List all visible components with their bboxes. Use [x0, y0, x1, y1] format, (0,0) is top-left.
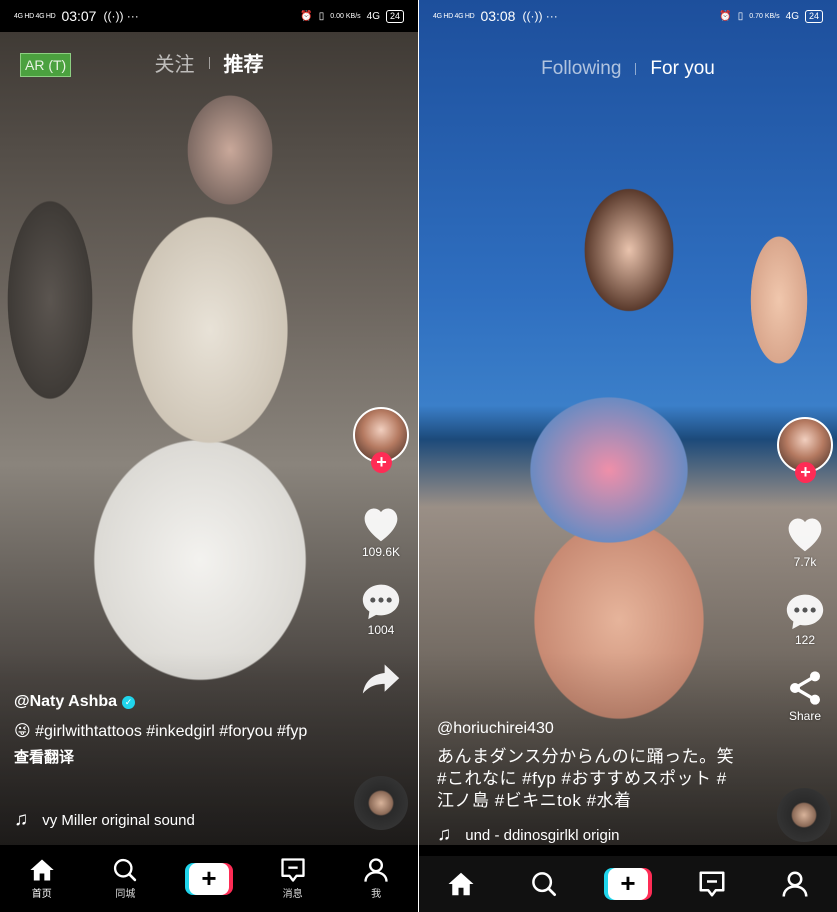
creator-username[interactable]: @Naty Ashba ✓ [14, 693, 334, 711]
translate-link[interactable]: 查看翻译 [14, 746, 334, 767]
comment-button[interactable]: 1004 [359, 581, 403, 637]
profile-icon [364, 858, 388, 882]
comment-icon [362, 584, 400, 620]
create-button[interactable]: + [603, 868, 652, 900]
home-icon [30, 859, 54, 881]
like-count: 7.7k [793, 555, 817, 569]
alarm-icon: ⏰ [300, 10, 313, 22]
action-column: + 109.6K 1004 [349, 407, 413, 721]
alarm-icon: ⏰ [719, 10, 732, 22]
verified-icon: ✓ [122, 695, 136, 709]
nav-label: 消息 [282, 889, 303, 900]
vibrate-icon: ▯ [737, 10, 744, 22]
music-title[interactable]: vy Miller original sound [42, 812, 195, 829]
share-button[interactable] [359, 659, 403, 699]
like-count: 109.6K [361, 545, 401, 559]
inbox-icon [280, 858, 305, 882]
creator-avatar[interactable]: + [777, 417, 833, 483]
share-arrow-icon [362, 664, 400, 694]
create-button[interactable]: + [184, 862, 233, 895]
share-label: Share [788, 709, 822, 723]
music-note-icon: ♫ [14, 809, 29, 830]
follow-button[interactable]: + [795, 462, 816, 483]
username-text[interactable]: @horiuchirei430 [437, 720, 554, 738]
like-button[interactable]: 7.7k [783, 513, 827, 569]
nav-create[interactable]: + [179, 862, 239, 895]
signal-icon: 4G HD 4G HD [433, 12, 475, 20]
video-description: 😜 #girlwithtattoos #inkedgirl #foryou #f… [14, 723, 308, 740]
plus-icon: + [188, 862, 229, 895]
right-screen: 4G HD 4G HD 03:08 ((·)) ··· ⏰ ▯ 0.70 KB/… [419, 0, 837, 912]
status-bar: 4G HD 4G HD 03:07 ((·)) ··· ⏰ ▯ 0.00 KB/… [0, 0, 418, 32]
comment-count: 1004 [367, 623, 395, 637]
action-column: + 7.7k 122 Share [773, 417, 837, 745]
video-description: あんまダンス分からんのに踊った。笑 #これなに #fyp #おすすめスポット #… [437, 747, 735, 810]
tab-following[interactable]: 关注 [155, 48, 195, 77]
feed-tabs: 关注 推荐 [0, 48, 418, 77]
nav-label: 我 [371, 889, 382, 900]
comment-button[interactable]: 122 [783, 591, 827, 647]
creator-avatar[interactable]: + [353, 407, 409, 473]
network-type: 4G [366, 10, 380, 22]
feed-tabs: Following For you [419, 58, 837, 80]
tab-divider [635, 63, 637, 75]
home-icon [448, 872, 474, 896]
music-note-icon: ♫ [437, 824, 452, 845]
bottom-nav: + [419, 856, 837, 912]
status-bar: 4G HD 4G HD 03:08 ((·)) ··· ⏰ ▯ 0.70 KB/… [419, 0, 837, 32]
tab-recommended[interactable]: 推荐 [224, 48, 264, 77]
battery-icon: 24 [385, 9, 404, 23]
net-speed: 0.00 KB/s [330, 12, 361, 20]
nav-label: 同城 [115, 889, 136, 900]
music-title[interactable]: und - ddinosgirlkl origin [465, 827, 619, 844]
nav-home[interactable] [431, 870, 491, 898]
vibrate-icon: ▯ [318, 10, 325, 22]
network-type: 4G [785, 10, 799, 22]
music-disc[interactable] [354, 776, 408, 830]
music-info[interactable]: ♫ und - ddinosgirlkl origin [437, 824, 620, 846]
inbox-icon [699, 871, 725, 897]
status-time: 03:07 [61, 8, 97, 24]
nav-profile[interactable] [765, 870, 825, 898]
creator-username[interactable]: @horiuchirei430 [437, 720, 737, 738]
share-button[interactable]: Share [785, 669, 825, 723]
nav-label: 首页 [31, 889, 52, 900]
battery-icon: 24 [804, 9, 823, 23]
net-speed: 0.70 KB/s [749, 12, 780, 20]
nav-home[interactable]: 首页 [12, 857, 72, 900]
bottom-nav: 首页 同城 + 消息 我 [0, 845, 418, 912]
comment-icon [786, 594, 824, 630]
nav-inbox[interactable]: 消息 [263, 857, 323, 900]
heart-icon [788, 518, 822, 552]
plus-icon: + [607, 868, 648, 900]
username-text[interactable]: @Naty Ashba [14, 693, 117, 711]
music-info[interactable]: ♫ vy Miller original sound [14, 809, 195, 831]
follow-button[interactable]: + [371, 452, 392, 473]
nav-search[interactable]: 同城 [95, 857, 155, 900]
status-time: 03:08 [480, 8, 516, 24]
tab-divider [208, 56, 210, 69]
nav-search[interactable] [514, 870, 574, 898]
nav-create[interactable]: + [598, 868, 658, 900]
heart-icon [364, 508, 398, 542]
comment-count: 122 [794, 633, 816, 647]
video-caption: @Naty Ashba ✓ 😜 #girlwithtattoos #inkedg… [14, 693, 334, 767]
search-icon [532, 872, 557, 896]
tab-for-you[interactable]: For you [650, 58, 714, 80]
nav-inbox[interactable] [682, 870, 742, 898]
left-screen: 4G HD 4G HD 03:07 ((·)) ··· ⏰ ▯ 0.00 KB/… [0, 0, 418, 912]
search-icon [114, 858, 137, 882]
share-icon [790, 671, 820, 705]
status-extra: ((·)) ··· [103, 9, 139, 23]
video-caption: @horiuchirei430 あんまダンス分からんのに踊った。笑 #これなに … [437, 720, 737, 812]
status-extra: ((·)) ··· [522, 9, 558, 23]
signal-icon: 4G HD 4G HD [14, 12, 56, 20]
music-disc[interactable] [777, 788, 831, 842]
like-button[interactable]: 109.6K [359, 503, 403, 559]
profile-icon [782, 871, 808, 897]
tab-following[interactable]: Following [541, 58, 621, 80]
nav-profile[interactable]: 我 [346, 857, 406, 900]
